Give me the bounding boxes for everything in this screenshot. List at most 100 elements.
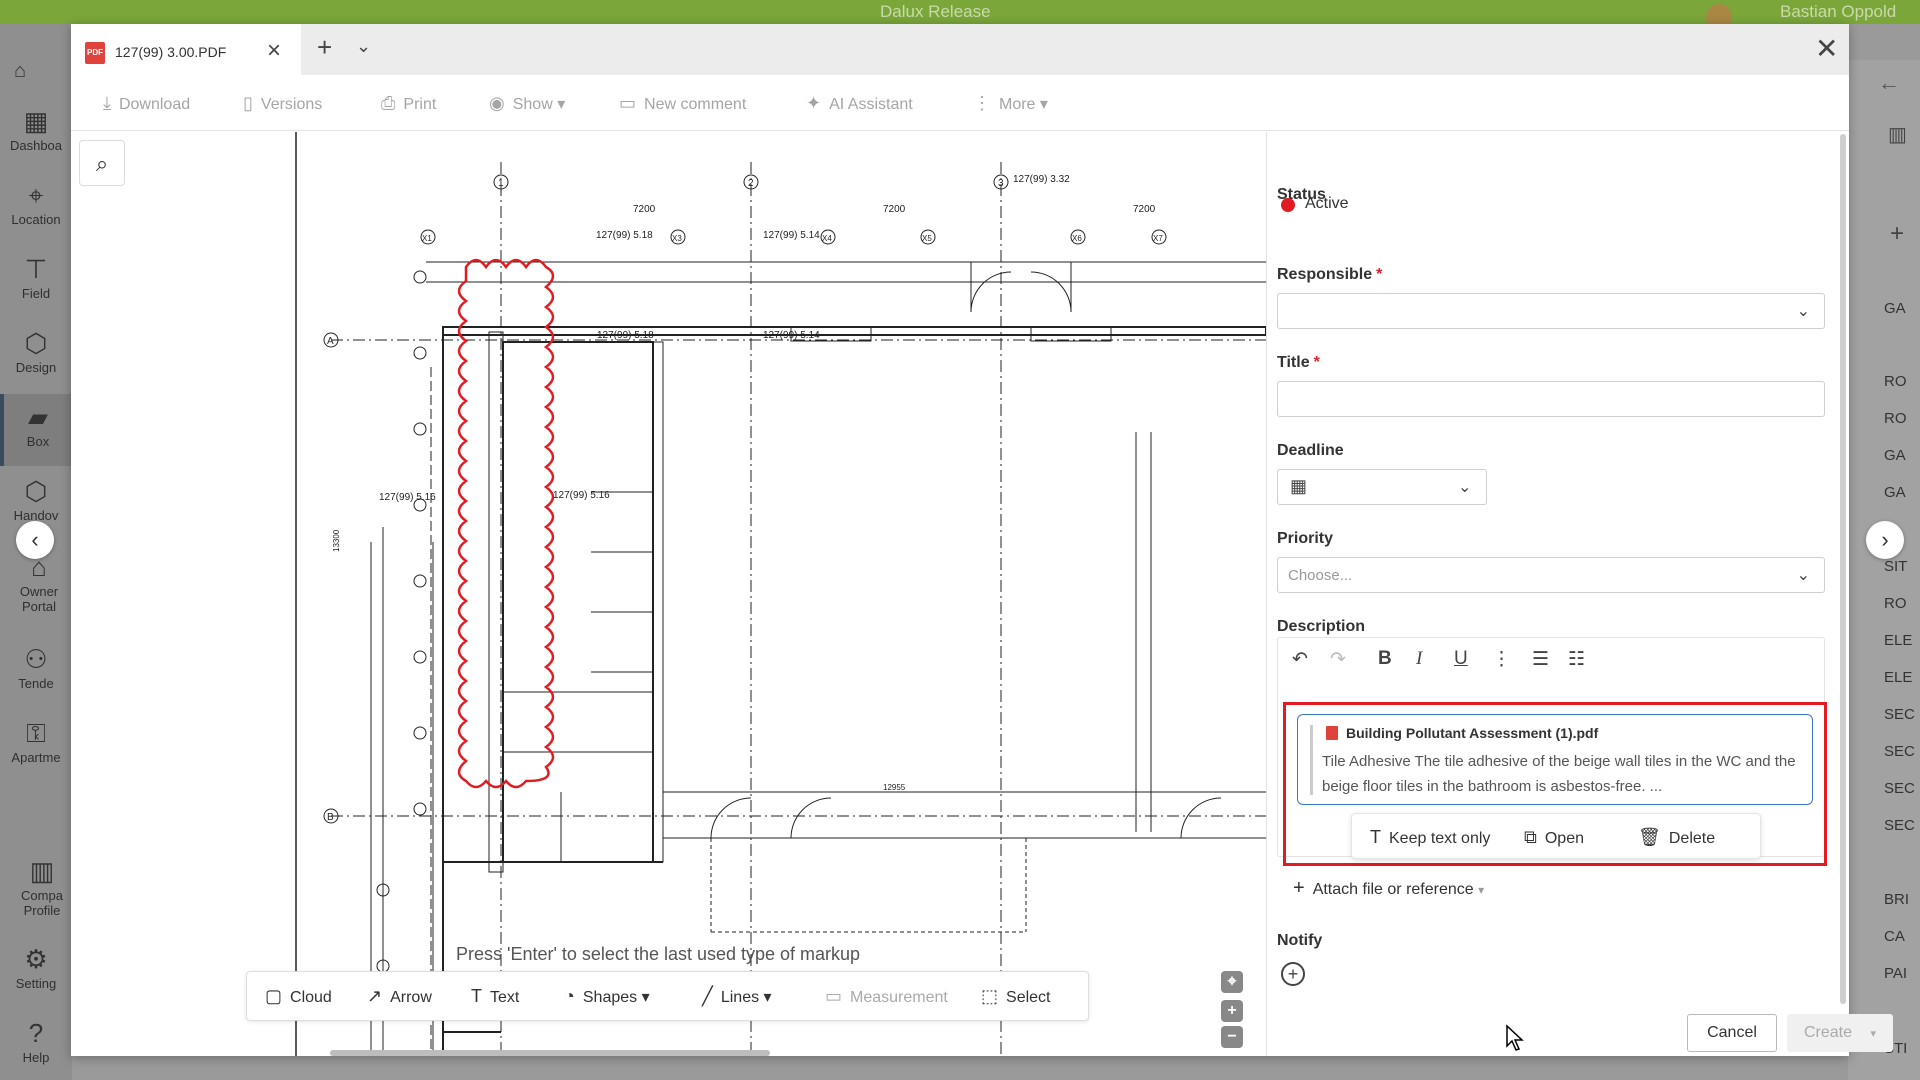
ai-assistant-button[interactable]: ✦ AI Assistant — [806, 93, 913, 114]
rail-item-dashboard[interactable]: ▦ Dashboa — [0, 106, 72, 153]
dimension-label: 7200 — [883, 204, 906, 215]
zoom-out-icon[interactable]: − — [1221, 1026, 1243, 1048]
building-icon: ▥ — [29, 856, 55, 886]
priority-select[interactable]: Choose... ⌄ — [1277, 557, 1825, 593]
help-icon: ? — [28, 1018, 44, 1048]
attach-file-button[interactable]: + Attach file or reference ▾ — [1293, 877, 1484, 900]
italic-icon[interactable]: I — [1416, 648, 1422, 670]
rail-item-owner-portal[interactable]: ⌂ Owner Portal — [6, 552, 72, 614]
line-icon: ╱ — [702, 986, 713, 1006]
rail-item-settings[interactable]: ⚙ Setting — [0, 944, 72, 991]
bold-icon[interactable]: B — [1378, 648, 1392, 670]
list-item[interactable]: SEC — [1884, 743, 1915, 760]
text-button[interactable]: T Text — [471, 986, 519, 1007]
previous-document-icon[interactable]: ‹ — [16, 521, 54, 559]
chevron-down-icon[interactable]: ⌄ — [356, 36, 371, 57]
next-document-icon[interactable]: › — [1866, 521, 1904, 559]
more-vertical-icon[interactable]: ⋮ — [1492, 648, 1511, 671]
open-button[interactable]: ⧉ Open — [1524, 827, 1584, 848]
rail-item-company-profile[interactable]: ▥ Compa Profile — [12, 856, 72, 918]
attachment-excerpt: Tile Adhesive The tile adhesive of the b… — [1322, 753, 1796, 795]
search-button[interactable]: ⌕ — [79, 140, 125, 186]
panel-scrollbar[interactable] — [1840, 134, 1846, 1004]
measurement-button[interactable]: ▭ Measurement — [825, 986, 948, 1007]
numbered-list-icon[interactable]: ☷ — [1568, 648, 1585, 671]
list-item[interactable]: SIT — [1884, 558, 1907, 575]
required-marker: * — [1376, 266, 1383, 283]
undo-icon[interactable]: ↶ — [1292, 648, 1308, 671]
title-label: Title * — [1277, 354, 1320, 371]
fit-view-icon[interactable]: ⌖ — [1221, 971, 1243, 993]
grid-label: X5 — [922, 234, 932, 243]
list-item[interactable]: SEC — [1884, 780, 1915, 797]
versions-button[interactable]: ▯ Versions — [243, 93, 322, 114]
attachment-card[interactable]: Building Pollutant Assessment (1).pdf Ti… — [1297, 714, 1813, 805]
deadline-picker[interactable]: ▦ ⌄ — [1277, 469, 1487, 505]
rail-item-field[interactable]: ⊤ Field — [0, 254, 72, 301]
select-button[interactable]: ⬚ Select — [981, 986, 1050, 1007]
list-item[interactable]: GA — [1884, 447, 1906, 464]
new-comment-panel: Status Active Responsible * ⌄ Title * Dead… — [1266, 132, 1893, 1056]
redo-icon[interactable]: ↷ — [1330, 648, 1346, 671]
status-value[interactable]: Active — [1305, 195, 1349, 213]
list-item[interactable]: SEC — [1884, 706, 1915, 723]
list-item[interactable]: RO — [1884, 410, 1907, 427]
back-arrow-icon[interactable]: ← — [1878, 70, 1900, 96]
zoom-in-icon[interactable]: + — [1221, 1000, 1243, 1022]
grid-label: 2 — [748, 178, 754, 189]
new-comment-button[interactable]: ▭ New comment — [619, 93, 746, 114]
list-item[interactable]: CA — [1884, 928, 1905, 945]
markup-hint: Press 'Enter' to select the last used ty… — [456, 944, 861, 964]
add-icon[interactable]: + — [1890, 220, 1904, 248]
underline-icon[interactable]: U — [1454, 648, 1468, 670]
bar-chart-icon[interactable]: ▥ — [1888, 122, 1907, 147]
rail-item-help[interactable]: ? Help — [0, 1018, 72, 1065]
shapes-button[interactable]: ◔ Shapes ▾ — [564, 986, 650, 1007]
rail-item-design[interactable]: ⬡ Design — [0, 328, 72, 375]
list-item[interactable]: BRI — [1884, 891, 1909, 908]
list-item[interactable]: PAI — [1884, 965, 1907, 982]
grid-label: X6 — [1072, 234, 1082, 243]
responsible-select[interactable]: ⌄ — [1277, 293, 1825, 329]
user-name[interactable]: Bastian Oppold — [1780, 2, 1896, 22]
rail-item-tender[interactable]: ⚇ Tende — [0, 644, 72, 691]
list-item[interactable]: ELE — [1884, 632, 1912, 649]
list-item[interactable]: RO — [1884, 595, 1907, 612]
home-icon[interactable]: ⌂ — [14, 60, 26, 83]
add-notify-icon[interactable]: + — [1281, 962, 1305, 986]
cancel-button[interactable]: Cancel — [1687, 1014, 1777, 1052]
list-item[interactable]: GA — [1884, 484, 1906, 501]
rail-item-apartment[interactable]: ⚿ Apartme — [0, 718, 72, 765]
rail-item-location[interactable]: ⌖ Location — [0, 180, 72, 227]
drawing-viewer[interactable]: 1 2 3 A B X1 X3 X4 X5 X6 X7 7200 7200 72… — [71, 132, 1266, 1056]
print-button[interactable]: ⎙ Print — [381, 93, 436, 114]
close-modal-icon[interactable]: ✕ — [1815, 32, 1838, 65]
bullet-list-icon[interactable]: ☰ — [1532, 648, 1549, 671]
lines-button[interactable]: ╱ Lines ▾ — [702, 986, 772, 1007]
list-item[interactable]: RO — [1884, 373, 1907, 390]
quote-bar — [1310, 725, 1313, 795]
viewer-horizontal-scrollbar[interactable] — [330, 1050, 770, 1056]
keep-text-only-button[interactable]: T Keep text only — [1370, 827, 1490, 848]
reference-label: 127(99) 5.18 — [596, 230, 653, 241]
show-button[interactable]: ◉ Show ▾ — [489, 93, 565, 114]
rail-item-box[interactable]: ▰ Box — [0, 394, 72, 466]
tab-document[interactable]: PDF 127(99) 3.00.PDF × — [71, 24, 301, 75]
delete-button[interactable]: 🗑 Delete — [1638, 827, 1715, 848]
title-input[interactable] — [1277, 381, 1825, 417]
close-tab-icon[interactable]: × — [267, 37, 281, 65]
add-tab-icon[interactable]: + — [317, 32, 332, 63]
project-title[interactable]: Dalux Release — [880, 2, 991, 22]
create-button[interactable]: Create ▾ — [1787, 1014, 1893, 1052]
rail-item-handover[interactable]: ⬡ Handov — [0, 476, 72, 523]
more-button[interactable]: ⋮ More ▾ — [973, 93, 1048, 114]
list-item[interactable]: ELE — [1884, 669, 1912, 686]
sparkle-icon: ✦ — [806, 93, 822, 113]
location-icon: ⌖ — [28, 180, 44, 210]
priority-placeholder: Choose... — [1288, 567, 1353, 584]
arrow-button[interactable]: ↗ Arrow — [367, 986, 432, 1007]
list-item[interactable]: SEC — [1884, 817, 1915, 834]
cloud-button[interactable]: ▢ Cloud — [265, 986, 332, 1007]
download-button[interactable]: ⤓ Download — [103, 93, 190, 114]
list-item[interactable]: GA — [1884, 300, 1906, 317]
